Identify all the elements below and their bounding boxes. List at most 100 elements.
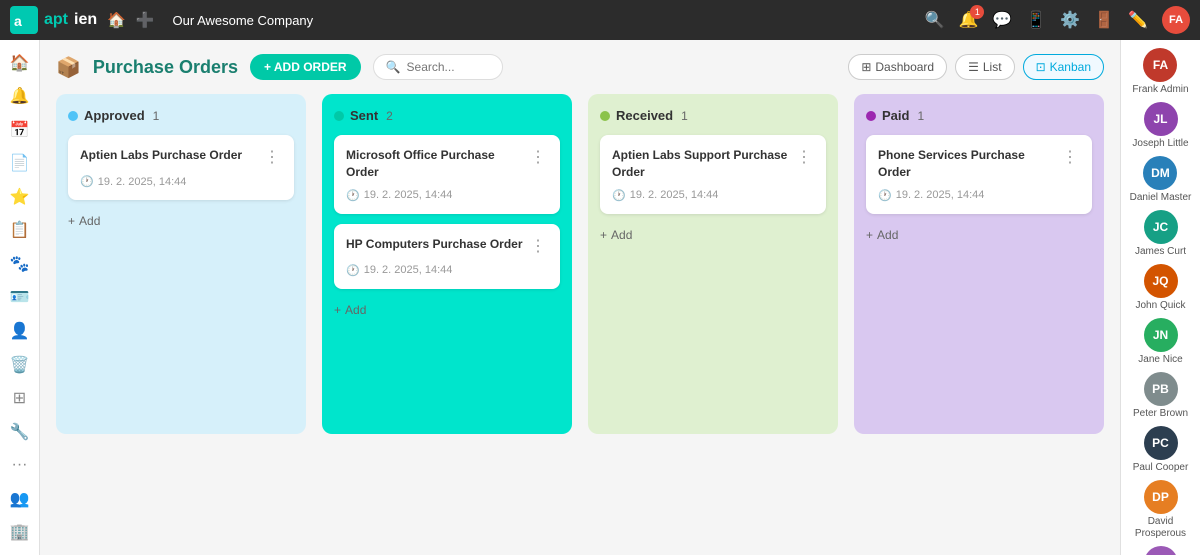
plus-icon: + bbox=[68, 214, 75, 228]
card-menu-icon[interactable]: ⋮ bbox=[794, 147, 814, 167]
right-user-item[interactable]: JC James Curt bbox=[1135, 210, 1186, 258]
user-avatar-top[interactable]: FA bbox=[1162, 6, 1190, 34]
sidebar-item-dots[interactable]: ··· bbox=[4, 450, 36, 480]
user-name: James Curt bbox=[1135, 246, 1186, 258]
topbar: a aptien 🏠 ➕ Our Awesome Company 🔍 🔔 1 💬… bbox=[0, 0, 1200, 40]
kanban-card[interactable]: Microsoft Office Purchase Order ⋮ 🕐 19. … bbox=[334, 135, 560, 214]
card-date: 🕐 19. 2. 2025, 14:44 bbox=[80, 175, 282, 188]
kanban-card[interactable]: HP Computers Purchase Order ⋮ 🕐 19. 2. 2… bbox=[334, 224, 560, 289]
add-item-button[interactable]: + Add bbox=[334, 299, 366, 321]
sidebar-item-star[interactable]: ⭐ bbox=[4, 182, 36, 212]
user-avatar: JN bbox=[1144, 318, 1178, 352]
kanban-card[interactable]: Aptien Labs Support Purchase Order ⋮ 🕐 1… bbox=[600, 135, 826, 214]
user-avatar: FA bbox=[1143, 48, 1177, 82]
column-header: Sent 2 bbox=[334, 108, 560, 123]
column-header: Approved 1 bbox=[68, 108, 294, 123]
column-dot bbox=[334, 111, 344, 121]
search-box[interactable]: 🔍 bbox=[373, 54, 503, 80]
sidebar-item-group[interactable]: 👥 bbox=[4, 484, 36, 514]
column-title: Paid bbox=[882, 108, 909, 123]
home-icon[interactable]: 🏠 bbox=[107, 11, 126, 29]
add-order-button[interactable]: + ADD ORDER bbox=[250, 54, 361, 80]
card-menu-icon[interactable]: ⋮ bbox=[1060, 147, 1080, 167]
card-title: Aptien Labs Support Purchase Order bbox=[612, 147, 794, 181]
page-title: Purchase Orders bbox=[93, 57, 238, 78]
right-user-item[interactable]: PC Paul Cooper bbox=[1133, 426, 1189, 474]
add-icon[interactable]: ➕ bbox=[136, 11, 155, 29]
user-name: Daniel Master bbox=[1130, 192, 1192, 204]
notification-icon[interactable]: 🔔 1 bbox=[958, 10, 978, 30]
kanban-view-button[interactable]: ⊡ Kanban bbox=[1023, 54, 1104, 80]
user-name: Joseph Little bbox=[1132, 138, 1188, 150]
dashboard-view-button[interactable]: ⊞ Dashboard bbox=[848, 54, 947, 80]
right-user-item[interactable]: JQ John Quick bbox=[1135, 264, 1185, 312]
card-menu-icon[interactable]: ⋮ bbox=[528, 147, 548, 167]
sidebar-item-id[interactable]: 🪪 bbox=[4, 283, 36, 313]
sidebar-item-bell[interactable]: 🔔 bbox=[4, 82, 36, 112]
kanban-column-sent: Sent 2 Microsoft Office Purchase Order ⋮… bbox=[322, 94, 572, 434]
sidebar-item-tools[interactable]: 🔧 bbox=[4, 417, 36, 447]
logout-icon[interactable]: 🚪 bbox=[1094, 10, 1114, 30]
right-user-item[interactable]: DM Daniel Master bbox=[1130, 156, 1192, 204]
sidebar-item-animal[interactable]: 🐾 bbox=[4, 249, 36, 279]
column-dot bbox=[600, 111, 610, 121]
list-icon: ☰ bbox=[968, 60, 979, 74]
card-title: HP Computers Purchase Order bbox=[346, 236, 528, 253]
sidebar-item-building[interactable]: 🏢 bbox=[4, 517, 36, 547]
sidebar-item-document[interactable]: 📄 bbox=[4, 149, 36, 179]
sidebar-item-list[interactable]: 📋 bbox=[4, 216, 36, 246]
kanban-card[interactable]: Aptien Labs Purchase Order ⋮ 🕐 19. 2. 20… bbox=[68, 135, 294, 200]
card-date: 🕐 19. 2. 2025, 14:44 bbox=[346, 264, 548, 277]
add-item-button[interactable]: + Add bbox=[866, 224, 898, 246]
right-user-item[interactable]: JN Jane Nice bbox=[1138, 318, 1182, 366]
sidebar-item-grid[interactable]: ⊞ bbox=[4, 383, 36, 413]
right-user-item[interactable]: DP David Prosperous bbox=[1121, 480, 1200, 540]
user-avatar: JQ bbox=[1144, 264, 1178, 298]
right-user-item[interactable]: FA Frank Admin bbox=[1132, 48, 1188, 96]
card-date-text: 19. 2. 2025, 14:44 bbox=[98, 176, 187, 188]
sidebar-item-calendar[interactable]: 📅 bbox=[4, 115, 36, 145]
card-title: Phone Services Purchase Order bbox=[878, 147, 1060, 181]
user-avatar: PC bbox=[1144, 426, 1178, 460]
card-date-text: 19. 2. 2025, 14:44 bbox=[630, 189, 719, 201]
list-view-button[interactable]: ☰ List bbox=[955, 54, 1014, 80]
user-name: David Prosperous bbox=[1121, 516, 1200, 540]
view-toggle: ⊞ Dashboard ☰ List ⊡ Kanban bbox=[848, 54, 1104, 80]
add-item-button[interactable]: + Add bbox=[68, 210, 100, 232]
search-icon[interactable]: 🔍 bbox=[925, 10, 945, 30]
user-avatar: DP bbox=[1144, 480, 1178, 514]
mobile-icon[interactable]: 📱 bbox=[1026, 10, 1046, 30]
user-avatar: JC bbox=[1144, 210, 1178, 244]
user-avatar: PB bbox=[1144, 372, 1178, 406]
search-input[interactable] bbox=[407, 60, 487, 74]
column-header: Received 1 bbox=[600, 108, 826, 123]
column-title: Sent bbox=[350, 108, 378, 123]
logo[interactable]: a aptien bbox=[10, 6, 97, 34]
right-user-item[interactable]: PB Peter Brown bbox=[1133, 372, 1188, 420]
card-title: Aptien Labs Purchase Order bbox=[80, 147, 262, 164]
user-name: Frank Admin bbox=[1132, 84, 1188, 96]
column-title: Approved bbox=[84, 108, 145, 123]
column-count: 1 bbox=[917, 109, 924, 123]
sidebar: 🏠 🔔 📅 📄 ⭐ 📋 🐾 🪪 👤 🗑️ ⊞ 🔧 ··· 👥 🏢 bbox=[0, 40, 40, 555]
right-user-item[interactable]: JL Joseph Little bbox=[1132, 102, 1188, 150]
card-menu-icon[interactable]: ⋮ bbox=[262, 147, 282, 167]
chat-icon[interactable]: 💬 bbox=[992, 10, 1012, 30]
card-title: Microsoft Office Purchase Order bbox=[346, 147, 528, 181]
kanban-card[interactable]: Phone Services Purchase Order ⋮ 🕐 19. 2.… bbox=[866, 135, 1092, 214]
edit-icon[interactable]: ✏️ bbox=[1128, 10, 1148, 30]
kanban-column-paid: Paid 1 Phone Services Purchase Order ⋮ 🕐… bbox=[854, 94, 1104, 434]
clock-icon: 🕐 bbox=[878, 189, 892, 202]
card-date-text: 19. 2. 2025, 14:44 bbox=[896, 189, 985, 201]
plus-icon: + bbox=[600, 228, 607, 242]
settings-icon[interactable]: ⚙️ bbox=[1060, 10, 1080, 30]
column-count: 1 bbox=[681, 109, 688, 123]
sidebar-item-trash[interactable]: 🗑️ bbox=[4, 350, 36, 380]
card-header: Aptien Labs Support Purchase Order ⋮ bbox=[612, 147, 814, 181]
sidebar-item-person[interactable]: 👤 bbox=[4, 316, 36, 346]
card-header: Phone Services Purchase Order ⋮ bbox=[878, 147, 1080, 181]
card-menu-icon[interactable]: ⋮ bbox=[528, 236, 548, 256]
add-item-button[interactable]: + Add bbox=[600, 224, 632, 246]
sidebar-item-home[interactable]: 🏠 bbox=[4, 48, 36, 78]
right-user-item[interactable]: AS Alice Stevens bbox=[1130, 546, 1191, 555]
